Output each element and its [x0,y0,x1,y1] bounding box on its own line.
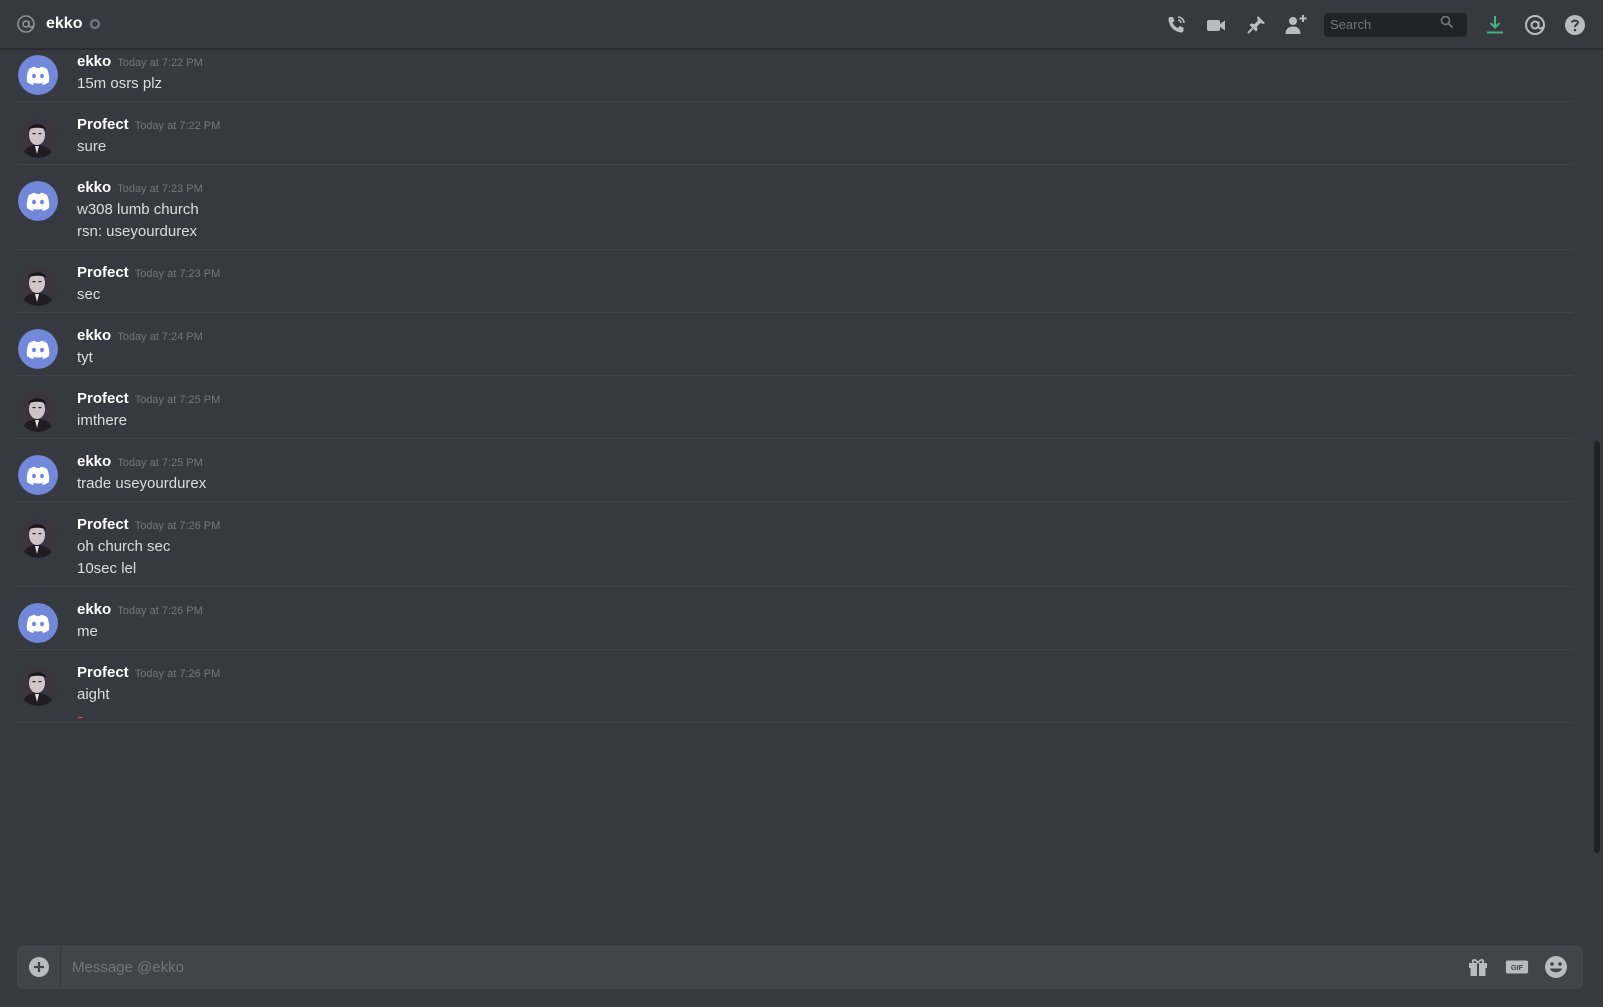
author-name[interactable]: ekko [77,53,111,70]
message-text: oh church sec [77,538,171,555]
message-group[interactable]: ekko Today at 7:24 PM tyt [17,313,1574,376]
message-list[interactable]: ekko Today at 7:22 PM 15m osrs plz Profect T… [0,49,1590,921]
message-text: w308 lumb church [77,201,199,218]
author-name[interactable]: ekko [77,453,111,470]
scrollbar-thumb[interactable] [1594,441,1600,853]
message-text: me [77,623,98,640]
author-name[interactable]: ekko [77,601,111,618]
discord-logo-avatar[interactable] [18,329,58,369]
message-group[interactable]: ekko Today at 7:25 PM trade useyourdurex [17,439,1574,502]
message-group[interactable]: Profect Today at 7:26 PM oh church sec 10se… [17,502,1574,587]
message-header: Profect Today at 7:26 PM [77,516,220,533]
author-name[interactable]: Profect [77,664,129,681]
message-group[interactable]: ekko Today at 7:23 PM w308 lumb church rsn:… [17,165,1574,250]
message-text: tyt [77,349,93,366]
message-header: Profect Today at 7:22 PM [77,116,220,133]
message-text: sec [77,286,101,303]
message-text: trade useyourdurex [77,475,207,492]
message-timestamp: Today at 7:22 PM [134,120,221,132]
gift-icon[interactable] [1466,955,1490,979]
message-container: ekko Today at 7:22 PM 15m osrs plz Profect T… [0,49,1590,723]
channel-title: ekko [46,15,83,32]
download-icon[interactable] [1483,13,1507,37]
message-group[interactable]: Profect Today at 7:25 PM imthere [17,376,1574,439]
message-text: imthere [77,412,128,429]
video-call-icon[interactable] [1204,13,1228,37]
upload-button[interactable] [17,945,61,989]
message-group[interactable]: Profect Today at 7:26 PM aight [17,650,1574,723]
search-input[interactable] [1330,17,1440,32]
message-input[interactable] [61,958,1466,976]
message-text: sure [77,138,107,155]
message-timestamp: Today at 7:25 PM [134,394,221,406]
author-name[interactable]: Profect [77,516,129,533]
message-group[interactable]: Profect Today at 7:23 PM sec [17,250,1574,313]
author-name[interactable]: ekko [77,327,111,344]
svg-text:GIF: GIF [1511,963,1524,972]
offline-status-icon [90,19,101,29]
search-box[interactable] [1324,12,1467,37]
message-timestamp: Today at 7:26 PM [134,520,221,532]
message-text: 15m osrs plz [77,75,163,92]
message-text: aight [77,686,110,703]
discord-logo-avatar[interactable] [18,55,58,95]
user-photo-avatar[interactable] [18,266,58,306]
mentions-icon[interactable] [1523,13,1547,37]
discord-logo-avatar[interactable] [18,181,58,221]
message-text: rsn: useyourdurex [77,223,198,240]
message-header: Profect Today at 7:26 PM [77,664,220,681]
author-name[interactable]: ekko [77,179,111,196]
typing-indicator-mark [78,717,83,718]
message-timestamp: Today at 7:22 PM [117,57,203,69]
message-header: ekko Today at 7:24 PM [77,327,203,344]
discord-logo-avatar[interactable] [18,603,58,643]
message-group[interactable]: ekko Today at 7:22 PM 15m osrs plz [17,49,1574,102]
message-text: 10sec lel [77,560,137,577]
message-group[interactable]: Profect Today at 7:22 PM sure [17,102,1574,165]
author-name[interactable]: Profect [77,390,129,407]
voice-call-icon[interactable] [1164,13,1188,37]
channel-header: ekko [0,0,1603,49]
at-sign-icon [16,14,36,34]
search-icon [1440,15,1454,34]
add-friend-icon[interactable] [1284,13,1308,37]
discord-logo-avatar[interactable] [18,455,58,495]
user-photo-avatar[interactable] [18,392,58,432]
message-header: Profect Today at 7:23 PM [77,264,220,281]
message-header: ekko Today at 7:22 PM [77,53,203,70]
message-timestamp: Today at 7:23 PM [117,183,203,195]
emoji-icon[interactable] [1544,955,1568,979]
message-header: ekko Today at 7:23 PM [77,179,203,196]
gif-icon[interactable]: GIF [1505,955,1529,979]
scrollbar[interactable] [1590,49,1603,921]
message-timestamp: Today at 7:25 PM [117,457,203,469]
header-toolbar [1164,0,1603,49]
user-photo-avatar[interactable] [18,118,58,158]
message-header: ekko Today at 7:25 PM [77,453,203,470]
message-composer: GIF [17,945,1583,989]
message-timestamp: Today at 7:23 PM [134,268,221,280]
message-timestamp: Today at 7:24 PM [117,331,203,343]
message-timestamp: Today at 7:26 PM [134,668,221,680]
message-timestamp: Today at 7:26 PM [117,605,203,617]
author-name[interactable]: Profect [77,116,129,133]
user-photo-avatar[interactable] [18,518,58,558]
message-header: Profect Today at 7:25 PM [77,390,220,407]
message-group[interactable]: ekko Today at 7:26 PM me [17,587,1574,650]
pin-icon[interactable] [1244,13,1268,37]
help-icon[interactable] [1563,13,1587,37]
message-header: ekko Today at 7:26 PM [77,601,203,618]
user-photo-avatar[interactable] [18,666,58,706]
author-name[interactable]: Profect [77,264,129,281]
